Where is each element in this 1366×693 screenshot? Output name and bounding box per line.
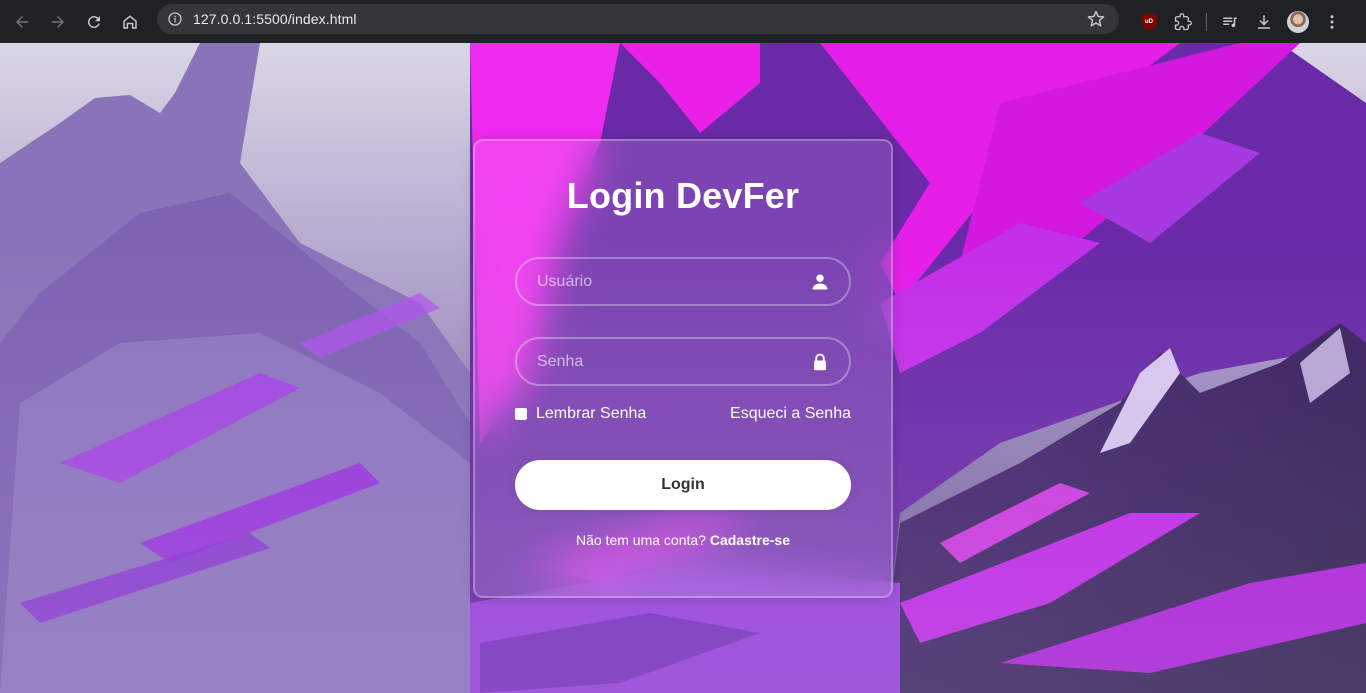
arrow-left-icon (16, 15, 28, 28)
download-icon (1258, 14, 1270, 29)
menu-button[interactable] (1315, 5, 1349, 39)
lock-icon (814, 353, 826, 371)
register-link[interactable]: Cadastre-se (710, 532, 790, 548)
puzzle-icon (1174, 12, 1192, 30)
username-input[interactable] (517, 259, 849, 304)
address-bar[interactable]: 127.0.0.1:5500/index.html (157, 4, 1119, 34)
home-button[interactable] (112, 4, 148, 40)
avatar (1287, 10, 1309, 33)
extensions-area: uD (1132, 0, 1349, 43)
ublock-shield-icon: uD (1141, 13, 1157, 30)
password-field (515, 337, 851, 386)
site-info-button[interactable] (160, 4, 190, 34)
forgot-password-link[interactable]: Esqueci a Senha (730, 405, 851, 423)
remember-option[interactable]: Lembrar Senha (515, 405, 646, 423)
info-icon (168, 12, 182, 26)
user-icon (812, 274, 828, 290)
remember-row: Lembrar Senha Esqueci a Senha (515, 403, 851, 425)
media-controls-icon (1223, 17, 1237, 27)
url-text: 127.0.0.1:5500/index.html (193, 11, 357, 27)
remember-label: Lembrar Senha (536, 405, 647, 422)
login-button[interactable]: Login (515, 460, 851, 510)
bookmark-star-icon[interactable] (1087, 10, 1105, 28)
back-button[interactable] (4, 4, 40, 40)
reload-icon (87, 15, 100, 28)
kebab-menu-icon (1330, 14, 1334, 29)
arrow-right-icon (52, 15, 64, 28)
page-viewport: Login DevFer Lembrar Senha Esqueci a Sen… (0, 43, 1366, 693)
downloads-button[interactable] (1247, 5, 1281, 39)
browser-toolbar: 127.0.0.1:5500/index.html uD (0, 0, 1366, 43)
toolbar-separator (1206, 12, 1207, 31)
forward-button[interactable] (40, 4, 76, 40)
ublock-label: uD (1145, 18, 1153, 25)
password-input[interactable] (517, 339, 849, 384)
register-prompt: Não tem uma conta? Cadastre-se (475, 532, 891, 548)
remember-checkbox[interactable] (515, 408, 527, 420)
login-card: Login DevFer Lembrar Senha Esqueci a Sen… (473, 139, 893, 598)
home-icon (123, 14, 137, 29)
reload-button[interactable] (76, 4, 112, 40)
register-text: Não tem uma conta? (575, 532, 706, 548)
extensions-button[interactable] (1166, 5, 1200, 39)
login-title: Login DevFer (566, 175, 800, 216)
ublock-origin-button[interactable]: uD (1132, 5, 1166, 39)
media-controls-button[interactable] (1213, 5, 1247, 39)
username-field (515, 257, 851, 306)
profile-button[interactable] (1281, 5, 1315, 39)
